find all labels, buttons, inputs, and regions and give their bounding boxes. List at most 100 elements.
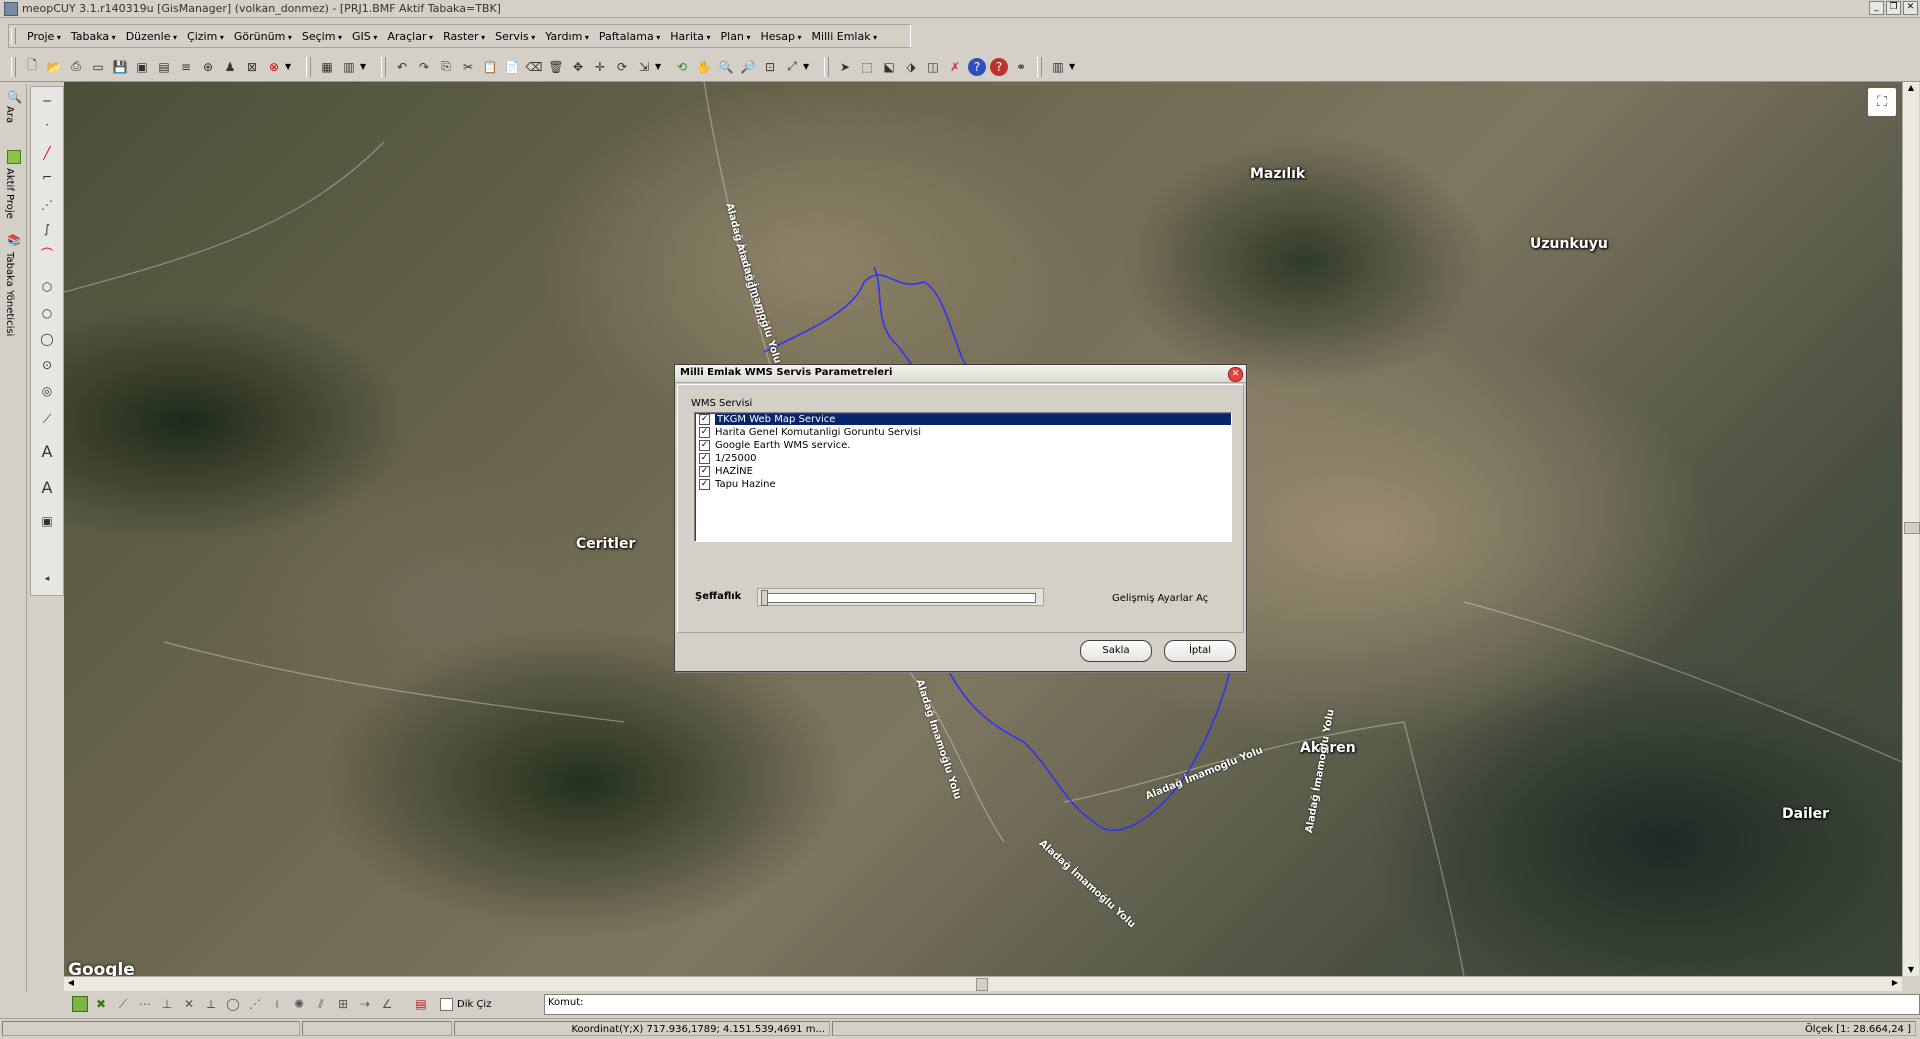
circle-center-tool-icon[interactable]: ⊙ xyxy=(39,357,55,373)
pin-icon[interactable]: ♟ xyxy=(221,58,239,76)
dropdown-arrow-icon[interactable]: ▼ xyxy=(1069,62,1079,71)
dialog-title-bar[interactable]: Milli Emlak WMS Servis Parametreleri ✕ xyxy=(675,365,1246,383)
toolbar-grip[interactable] xyxy=(1037,56,1042,77)
layers-stack-icon[interactable]: ▤ xyxy=(412,995,430,1013)
slider-knob[interactable] xyxy=(761,590,768,606)
menu-secim[interactable]: Seçim xyxy=(297,30,347,43)
table-icon[interactable]: ▥ xyxy=(1049,58,1067,76)
cut-icon[interactable]: ✂ xyxy=(459,58,477,76)
toolbar-grip[interactable] xyxy=(824,56,829,77)
wms-service-list[interactable]: ✓ TKGM Web Map Service ✓ Harita Genel Ko… xyxy=(694,412,1232,542)
scroll-thumb[interactable] xyxy=(1904,522,1920,534)
select-window-icon[interactable]: ⬚ xyxy=(858,58,876,76)
properties-icon[interactable]: ▦ xyxy=(318,58,336,76)
refresh-icon[interactable]: ⟲ xyxy=(673,58,691,76)
point-tool-icon[interactable]: · xyxy=(39,117,55,133)
restore-button[interactable]: ❐ xyxy=(1886,1,1901,15)
segment-tool-icon[interactable]: ╱ xyxy=(39,145,55,161)
command-input[interactable]: Komut: xyxy=(544,994,1920,1015)
deselect-icon[interactable]: ✗ xyxy=(946,58,964,76)
scale-icon[interactable]: ⇲ xyxy=(635,58,653,76)
snap-grid-icon[interactable]: ⊞ xyxy=(334,995,352,1013)
service-checkbox[interactable]: ✓ xyxy=(699,479,710,490)
snap-parallel-icon[interactable]: ⫽ xyxy=(312,995,330,1013)
tab-ara[interactable]: Ara xyxy=(4,106,15,123)
dropdown-arrow-icon[interactable]: ▼ xyxy=(803,62,813,71)
snap-angle-icon[interactable]: ∠ xyxy=(378,995,396,1013)
snap-off-icon[interactable]: ✖ xyxy=(92,995,110,1013)
layers-icon[interactable]: ≡ xyxy=(177,58,195,76)
service-checkbox[interactable]: ✓ xyxy=(699,440,710,451)
snap-nearest-icon[interactable]: ⋰ xyxy=(246,995,264,1013)
menu-raster[interactable]: Raster xyxy=(438,30,490,43)
menu-araclar[interactable]: Araçlar xyxy=(382,30,438,43)
list-item[interactable]: ✓ 1/25000 xyxy=(695,452,1231,465)
text-rotated-tool-icon[interactable]: A xyxy=(39,478,55,497)
move-copy-icon[interactable]: ✛ xyxy=(591,58,609,76)
menu-milli-emlak[interactable]: Milli Emlak xyxy=(807,30,883,43)
print-icon[interactable]: ⎙ xyxy=(67,58,85,76)
help-icon[interactable]: ? xyxy=(968,57,986,76)
select-arrow-icon[interactable]: ➤ xyxy=(836,58,854,76)
redo-icon[interactable]: ↷ xyxy=(415,58,433,76)
zoom-extents-icon[interactable]: ⤢ xyxy=(783,58,801,76)
service-checkbox[interactable]: ✓ xyxy=(699,427,710,438)
open-folder-icon[interactable]: 📂 xyxy=(45,58,63,76)
save-as-icon[interactable]: ▣ xyxy=(133,58,151,76)
save-icon[interactable]: 💾 xyxy=(111,58,129,76)
menu-gis[interactable]: GIS xyxy=(347,30,382,43)
snap-perp-icon[interactable]: ⊥ xyxy=(158,995,176,1013)
menu-hesap[interactable]: Hesap xyxy=(755,30,806,43)
snap-extension-icon[interactable]: ⇢ xyxy=(356,995,374,1013)
dropdown-arrow-icon[interactable]: ▼ xyxy=(360,62,370,71)
circle-tool-icon[interactable]: ○ xyxy=(39,305,55,321)
measure-tool-icon[interactable]: ⟋ xyxy=(39,411,55,427)
list-item[interactable]: ✓ TKGM Web Map Service xyxy=(695,413,1231,426)
scroll-thumb[interactable] xyxy=(976,978,988,991)
circle-3p-tool-icon[interactable]: ◯ xyxy=(39,331,55,347)
zoom-out-icon[interactable]: 🔎 xyxy=(739,58,757,76)
layer-green-icon[interactable] xyxy=(72,996,88,1012)
snap-node-icon[interactable]: ✺ xyxy=(290,995,308,1013)
polyline-tool-icon[interactable]: ⋰ xyxy=(39,197,55,213)
menu-grip[interactable] xyxy=(11,28,16,44)
rotate-icon[interactable]: ⟳ xyxy=(613,58,631,76)
delete-red-icon[interactable]: ⊗ xyxy=(265,58,283,76)
menu-gorunum[interactable]: Görünüm xyxy=(229,30,297,43)
zoom-window-icon[interactable]: ⊡ xyxy=(761,58,779,76)
select-all-icon[interactable]: ⬗ xyxy=(902,58,920,76)
menu-harita[interactable]: Harita xyxy=(665,30,715,43)
new-file-icon[interactable]: 🗋 xyxy=(23,58,41,76)
menu-cizim[interactable]: Çizim xyxy=(182,30,229,43)
scroll-right-icon[interactable]: ▶ xyxy=(1888,977,1902,989)
slider-track[interactable] xyxy=(766,593,1036,603)
image-tool-icon[interactable]: ▣ xyxy=(39,513,55,529)
save-button[interactable]: Sakla xyxy=(1080,640,1152,662)
curve-tool-icon[interactable]: ∫ xyxy=(39,221,55,237)
paste-icon[interactable]: 📋 xyxy=(481,58,499,76)
tab-tabaka-yoneticisi[interactable]: Tabaka Yöneticisi xyxy=(4,252,15,336)
polygon-tool-icon[interactable]: ⬡ xyxy=(39,279,55,295)
snap-tangent-icon[interactable]: ⟂ xyxy=(202,995,220,1013)
menu-duzenle[interactable]: Düzenle xyxy=(121,30,182,43)
cancel-button[interactable]: İptal xyxy=(1164,640,1236,662)
list-item[interactable]: ✓ Tapu Hazine xyxy=(695,478,1231,491)
dropdown-arrow-icon[interactable]: ▼ xyxy=(655,62,665,71)
print-preview-icon[interactable]: ▤ xyxy=(155,58,173,76)
dialog-close-icon[interactable]: ✕ xyxy=(1228,367,1243,382)
dropdown-arrow-icon[interactable]: ▼ xyxy=(285,62,295,71)
select-region-icon[interactable]: ◫ xyxy=(924,58,942,76)
project-icon[interactable] xyxy=(7,150,21,164)
arc-tool-icon[interactable]: ⌒ xyxy=(39,245,55,261)
undo-icon[interactable]: ↶ xyxy=(393,58,411,76)
text-tool-icon[interactable]: A xyxy=(39,442,55,461)
scroll-up-icon[interactable]: ▲ xyxy=(1904,82,1918,94)
snap-center-icon[interactable]: ◯ xyxy=(224,995,242,1013)
service-checkbox[interactable]: ✓ xyxy=(699,453,710,464)
scroll-left-icon[interactable]: ◀ xyxy=(64,977,78,989)
snap-intersect-icon[interactable]: ✕ xyxy=(180,995,198,1013)
advanced-settings-link[interactable]: Gelişmiş Ayarlar Aç xyxy=(1112,593,1208,604)
snap-quadrant-icon[interactable]: ⟊ xyxy=(268,995,286,1013)
move-icon[interactable]: ✥ xyxy=(569,58,587,76)
paste-special-icon[interactable]: 📄 xyxy=(503,58,521,76)
